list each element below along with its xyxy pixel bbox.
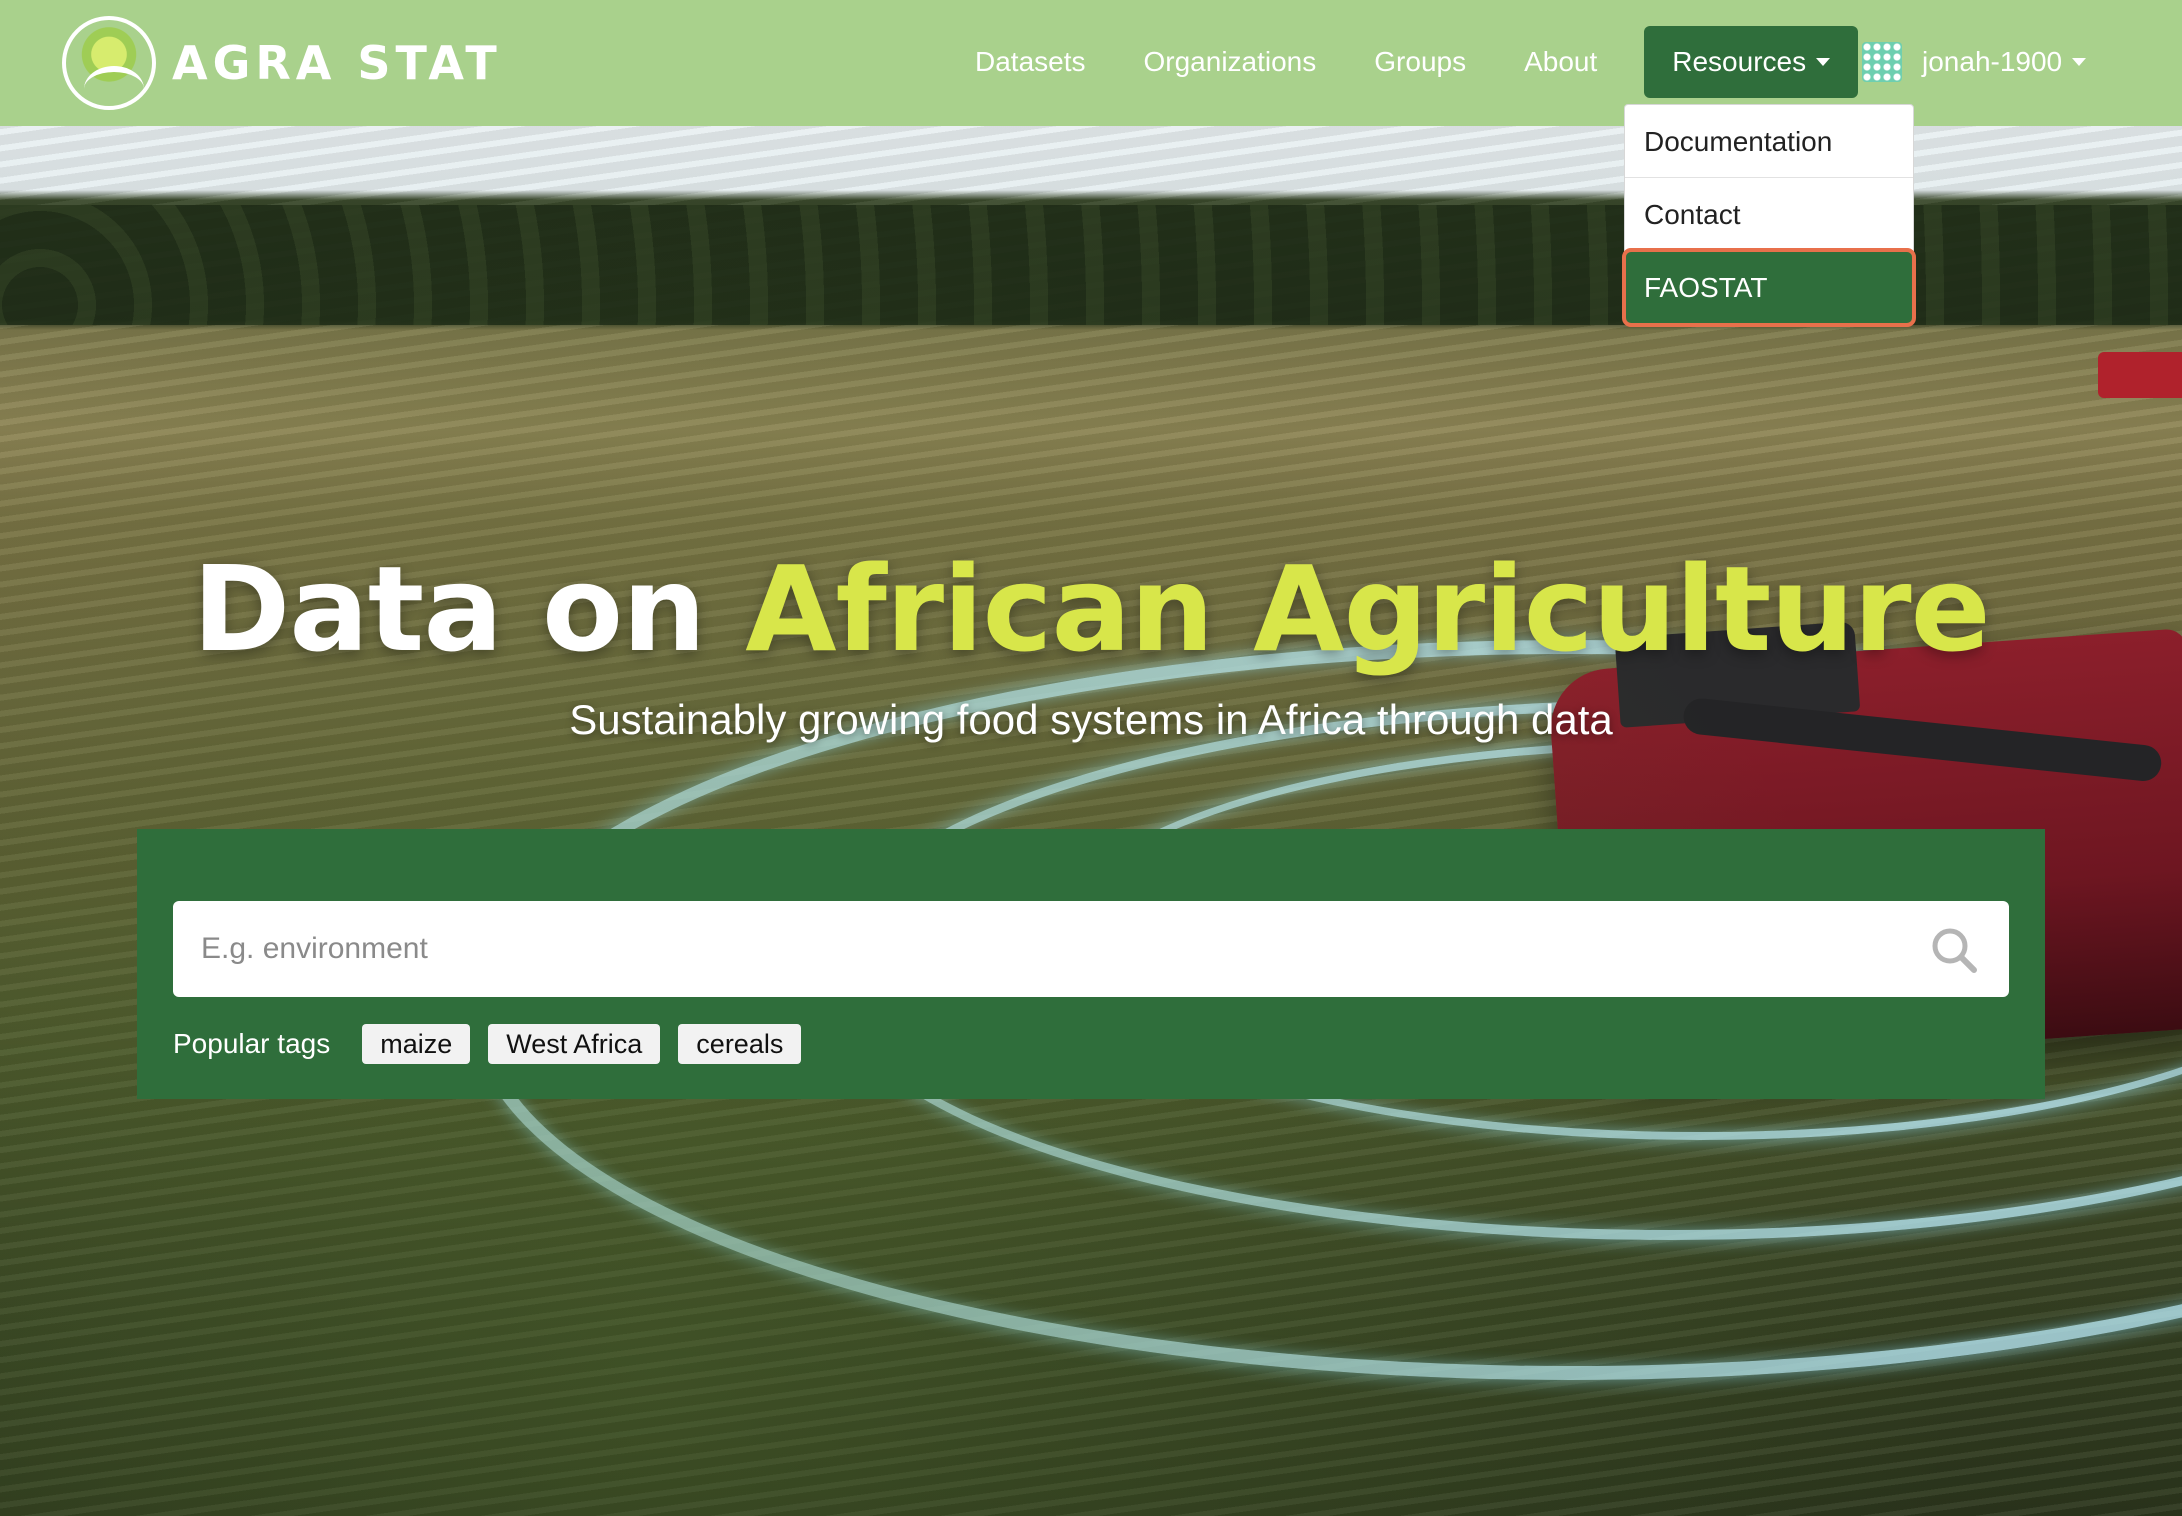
truck-image	[2098, 352, 2182, 398]
avatar	[1862, 42, 1902, 82]
popular-tags: Popular tags maize West Africa cereals	[173, 1024, 819, 1064]
tag-west-africa[interactable]: West Africa	[488, 1024, 661, 1064]
headline-plain: Data on	[192, 540, 706, 678]
nav-datasets[interactable]: Datasets	[946, 26, 1115, 98]
dropdown-item-contact[interactable]: Contact	[1625, 178, 1913, 251]
caret-down-icon	[2072, 58, 2087, 66]
search-box	[173, 901, 2009, 997]
nav-resources-dropdown[interactable]: Resources	[1644, 26, 1859, 98]
caret-down-icon	[1816, 58, 1831, 66]
main-nav: Datasets Organizations Groups About Reso…	[946, 26, 1859, 98]
nav-about[interactable]: About	[1495, 26, 1626, 98]
headline-accent: African Agriculture	[745, 540, 1990, 678]
dropdown-item-faostat[interactable]: FAOSTAT	[1622, 248, 1916, 327]
nav-resources-label: Resources	[1672, 46, 1807, 77]
nav-groups[interactable]: Groups	[1345, 26, 1495, 98]
nav-organizations[interactable]: Organizations	[1115, 26, 1346, 98]
user-name: jonah-1900	[1922, 46, 2063, 77]
resources-dropdown-menu: Documentation Contact FAOSTAT	[1622, 104, 1916, 327]
user-menu[interactable]: jonah-1900	[1862, 26, 2087, 98]
dropdown-item-documentation[interactable]: Documentation	[1625, 105, 1913, 178]
site-logo[interactable]: AGRA STAT	[62, 16, 502, 110]
search-input[interactable]	[201, 904, 1901, 994]
tag-cereals[interactable]: cereals	[678, 1024, 802, 1064]
search-icon[interactable]	[1929, 925, 1979, 975]
popular-tags-label: Popular tags	[173, 1028, 331, 1059]
brand-name: AGRA STAT	[172, 36, 502, 90]
hero-headline: Data on African Agriculture	[0, 540, 2182, 678]
tag-maize[interactable]: maize	[362, 1024, 471, 1064]
hero-subheadline: Sustainably growing food systems in Afri…	[569, 696, 1613, 743]
logo-icon	[62, 16, 156, 110]
search-panel: Popular tags maize West Africa cereals	[137, 829, 2045, 1099]
